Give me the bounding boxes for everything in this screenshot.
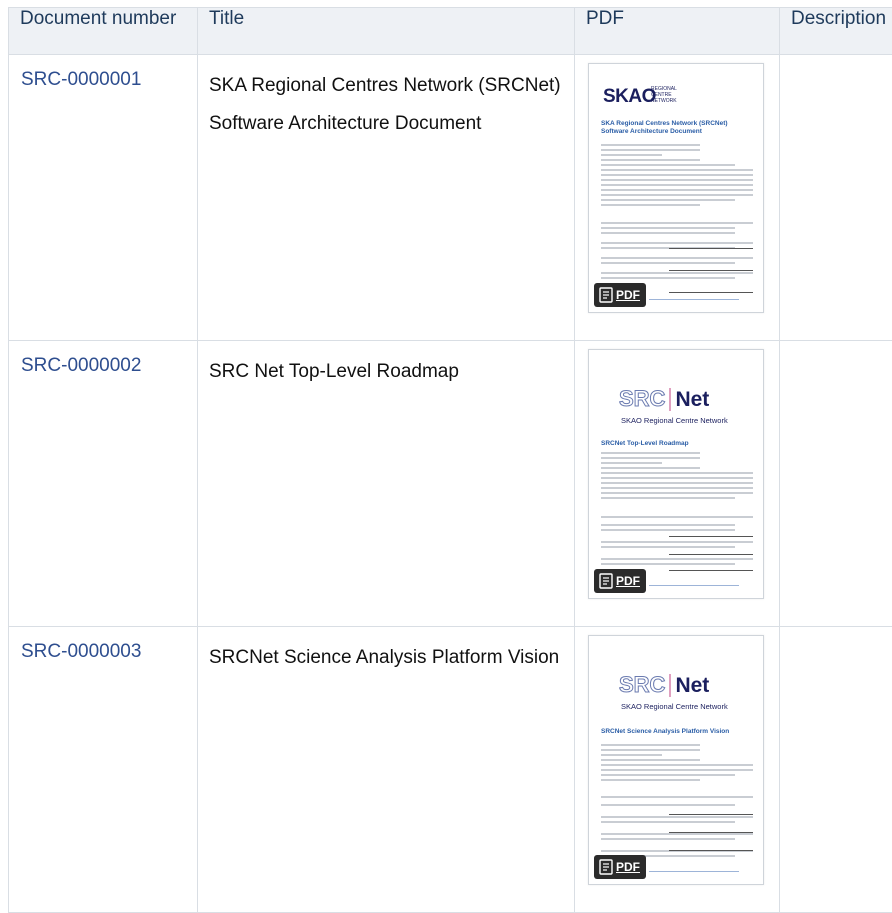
header-row: Document number Title PDF Description [9, 8, 892, 55]
documents-table: Document number Title PDF Description SR… [8, 7, 892, 913]
column-header-title: Title [198, 8, 575, 55]
table-header: Document number Title PDF Description [9, 8, 892, 55]
document-number-link[interactable]: SRC-0000001 [21, 69, 141, 90]
thumbnail-signature-table [601, 222, 753, 282]
table-row: SRC-0000002 SRC Net Top-Level Roadmap SR… [9, 341, 892, 627]
document-number-link[interactable]: SRC-0000002 [21, 355, 141, 376]
pdf-thumbnail[interactable]: SRCNet SKAO Regional Centre Network SRCN… [588, 349, 764, 599]
document-title: SRCNet Science Analysis Platform Vision [198, 627, 575, 913]
table-row: SRC-0000001 SKA Regional Centres Network… [9, 55, 892, 341]
pdf-thumbnail[interactable]: SRCNet SKAO Regional Centre Network SRCN… [588, 635, 764, 885]
pdf-cell: SKAO REGIONAL CENTRE NETWORK SKA Regiona… [575, 55, 780, 341]
description-cell [780, 627, 892, 913]
pdf-thumbnail[interactable]: SKAO REGIONAL CENTRE NETWORK SKA Regiona… [588, 63, 764, 313]
thumbnail-body-text [601, 744, 753, 784]
skao-logo: SKAO [603, 86, 656, 116]
table-row: SRC-0000003 SRCNet Science Analysis Plat… [9, 627, 892, 913]
pdf-badge-label: PDF [616, 574, 640, 588]
document-number-cell: SRC-0000002 [9, 341, 198, 627]
thumbnail-document-title: SKA Regional Centres Network (SRCNet) So… [601, 120, 753, 136]
thumbnail-body-text [601, 144, 753, 209]
column-header-description: Description [780, 8, 892, 55]
document-icon [599, 573, 613, 589]
column-header-document-number: Document number [9, 8, 198, 55]
pdf-badge-label: PDF [616, 288, 640, 302]
pdf-badge[interactable]: PDF [594, 855, 646, 879]
document-icon [599, 287, 613, 303]
pdf-badge[interactable]: PDF [594, 283, 646, 307]
thumbnail-body-text [601, 452, 753, 502]
document-title: SKA Regional Centres Network (SRCNet) So… [198, 55, 575, 341]
thumbnail-document-title: SRCNet Science Analysis Platform Vision [601, 728, 753, 736]
skao-logo-subtitle: REGIONAL CENTRE NETWORK [651, 86, 691, 104]
src-net-logo-subtitle: SKAO Regional Centre Network [621, 702, 728, 711]
pdf-cell: SRCNet SKAO Regional Centre Network SRCN… [575, 341, 780, 627]
document-title: SRC Net Top-Level Roadmap [198, 341, 575, 627]
src-net-logo-subtitle: SKAO Regional Centre Network [621, 416, 728, 425]
document-number-cell: SRC-0000003 [9, 627, 198, 913]
src-net-logo: SRCNet [619, 386, 709, 412]
document-number-cell: SRC-0000001 [9, 55, 198, 341]
thumbnail-signature-table [601, 516, 753, 568]
document-number-link[interactable]: SRC-0000003 [21, 641, 141, 662]
src-net-logo: SRCNet [619, 672, 709, 698]
column-header-pdf: PDF [575, 8, 780, 55]
pdf-badge-label: PDF [616, 860, 640, 874]
thumbnail-document-title: SRCNet Top-Level Roadmap [601, 440, 753, 448]
pdf-cell: SRCNet SKAO Regional Centre Network SRCN… [575, 627, 780, 913]
pdf-badge[interactable]: PDF [594, 569, 646, 593]
description-cell [780, 341, 892, 627]
document-icon [599, 859, 613, 875]
description-cell [780, 55, 892, 341]
